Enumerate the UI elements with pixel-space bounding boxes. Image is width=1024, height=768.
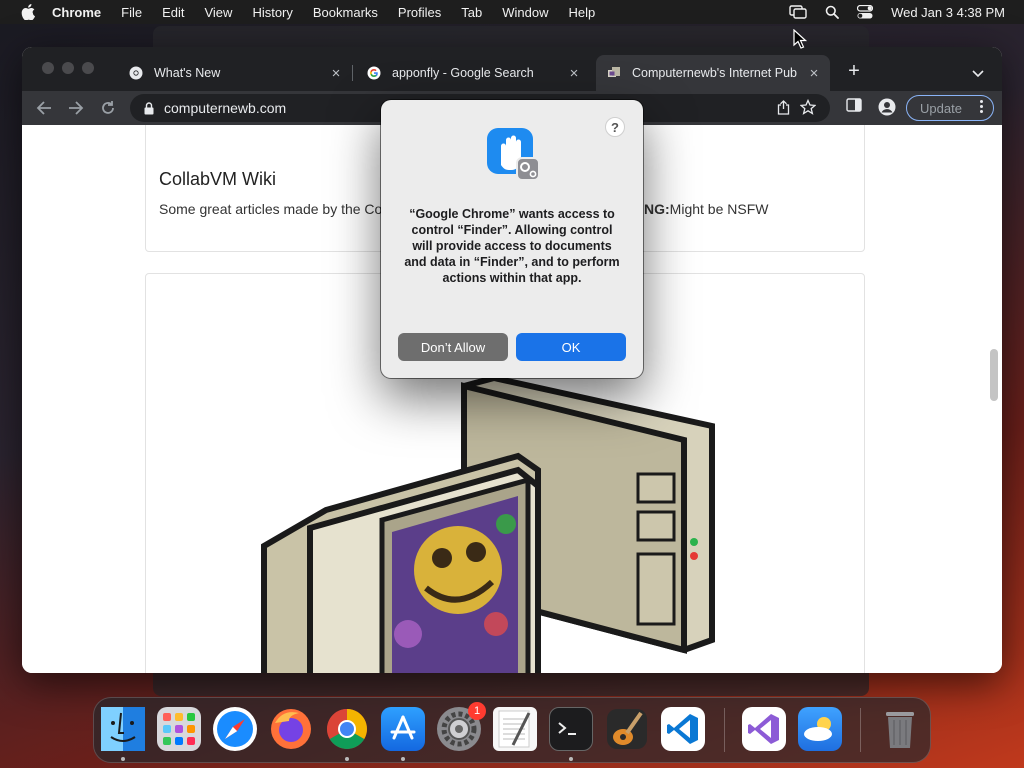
menu-profiles[interactable]: Profiles — [398, 5, 441, 20]
apple-menu-icon[interactable] — [18, 0, 38, 24]
forward-arrow-icon[interactable] — [66, 98, 86, 118]
update-button[interactable]: Update — [906, 95, 994, 121]
help-button[interactable]: ? — [605, 117, 625, 137]
mouse-cursor-icon — [793, 28, 808, 54]
running-indicator — [569, 757, 573, 761]
side-panel-icon[interactable] — [846, 98, 862, 112]
menu-history[interactable]: History — [252, 5, 292, 20]
tab-title: apponfly - Google Search — [392, 66, 534, 80]
zoom-window-button[interactable] — [82, 62, 94, 74]
running-indicator — [345, 757, 349, 761]
computernewb-icon — [606, 65, 622, 81]
warning-text: Might be NSFW — [669, 201, 769, 217]
tab-title: Computernewb's Internet Pub — [632, 66, 797, 80]
visual-studio-icon[interactable] — [742, 707, 786, 751]
tab-strip: What's New × apponfly - Google Search × … — [22, 47, 1002, 91]
warning-label: NG: — [644, 201, 670, 217]
tab-search-chevron-icon[interactable] — [972, 65, 984, 83]
running-indicator — [121, 757, 125, 761]
close-tab-icon[interactable]: × — [566, 65, 582, 82]
google-icon — [366, 65, 382, 81]
ok-button[interactable]: OK — [516, 333, 626, 361]
dock — [93, 697, 931, 763]
menu-app-name[interactable]: Chrome — [52, 5, 101, 20]
weather-icon[interactable] — [798, 707, 842, 751]
lock-icon[interactable] — [144, 101, 154, 115]
trash-icon[interactable] — [878, 707, 922, 751]
back-arrow-icon[interactable] — [34, 98, 54, 118]
notification-badge: 1 — [468, 702, 486, 720]
close-tab-icon[interactable]: × — [328, 65, 344, 82]
new-tab-icon[interactable]: + — [844, 60, 864, 82]
menu-bookmarks[interactable]: Bookmarks — [313, 5, 378, 20]
menu-help[interactable]: Help — [569, 5, 596, 20]
menu-tab[interactable]: Tab — [461, 5, 482, 20]
profile-avatar-icon[interactable] — [878, 98, 896, 116]
update-label: Update — [920, 100, 962, 116]
section-text: Some great articles made by the Co — [159, 201, 383, 217]
close-tab-icon[interactable]: × — [806, 65, 822, 82]
minimize-window-button[interactable] — [62, 62, 74, 74]
tab-computernewb[interactable]: Computernewb's Internet Pub × — [596, 55, 830, 91]
garageband-icon[interactable] — [605, 707, 649, 751]
page-scrollbar[interactable] — [990, 349, 998, 401]
close-window-button[interactable] — [42, 62, 54, 74]
launchpad-icon[interactable] — [157, 707, 201, 751]
url-text: computernewb.com — [164, 100, 287, 116]
section-title: CollabVM Wiki — [159, 169, 277, 189]
screen-mirroring-icon[interactable] — [789, 5, 807, 19]
nsfw-warning: NG:Might be NSFW — [644, 201, 768, 217]
textedit-icon[interactable] — [493, 707, 537, 751]
tab-title: What's New — [154, 66, 221, 80]
dont-allow-button[interactable]: Don’t Allow — [398, 333, 508, 361]
terminal-icon[interactable] — [549, 707, 593, 751]
menu-view[interactable]: View — [204, 5, 232, 20]
menu-bar: Chrome File Edit View History Bookmarks … — [0, 0, 1024, 24]
firefox-icon[interactable] — [269, 707, 313, 751]
dock-separator — [724, 708, 725, 752]
finder-icon[interactable] — [101, 707, 145, 751]
chrome-icon — [128, 65, 144, 81]
google-chrome-icon[interactable] — [325, 707, 369, 751]
menu-window[interactable]: Window — [502, 5, 548, 20]
permission-dialog: ? “Google Chrome” wants access to contro… — [381, 100, 643, 378]
bookmark-star-icon[interactable] — [799, 98, 817, 118]
privacy-hand-icon — [485, 126, 541, 182]
safari-icon[interactable] — [213, 707, 257, 751]
running-indicator — [401, 757, 405, 761]
dialog-message: “Google Chrome” wants access to control … — [404, 207, 620, 285]
tab-google-search[interactable]: apponfly - Google Search × — [356, 55, 590, 91]
reload-icon[interactable] — [98, 98, 118, 118]
app-store-icon[interactable] — [381, 707, 425, 751]
dock-separator — [860, 708, 861, 752]
tab-whats-new[interactable]: What's New × — [118, 55, 353, 91]
menu-clock[interactable]: Wed Jan 3 4:38 PM — [891, 5, 1005, 20]
menu-file[interactable]: File — [121, 5, 142, 20]
tab-separator — [352, 65, 353, 81]
menu-edit[interactable]: Edit — [162, 5, 184, 20]
window-controls — [42, 62, 94, 74]
share-icon[interactable] — [777, 100, 790, 118]
control-center-icon[interactable] — [857, 5, 874, 19]
visual-studio-code-icon[interactable] — [661, 707, 705, 751]
spotlight-search-icon[interactable] — [825, 5, 839, 19]
more-menu-icon[interactable] — [980, 100, 983, 113]
